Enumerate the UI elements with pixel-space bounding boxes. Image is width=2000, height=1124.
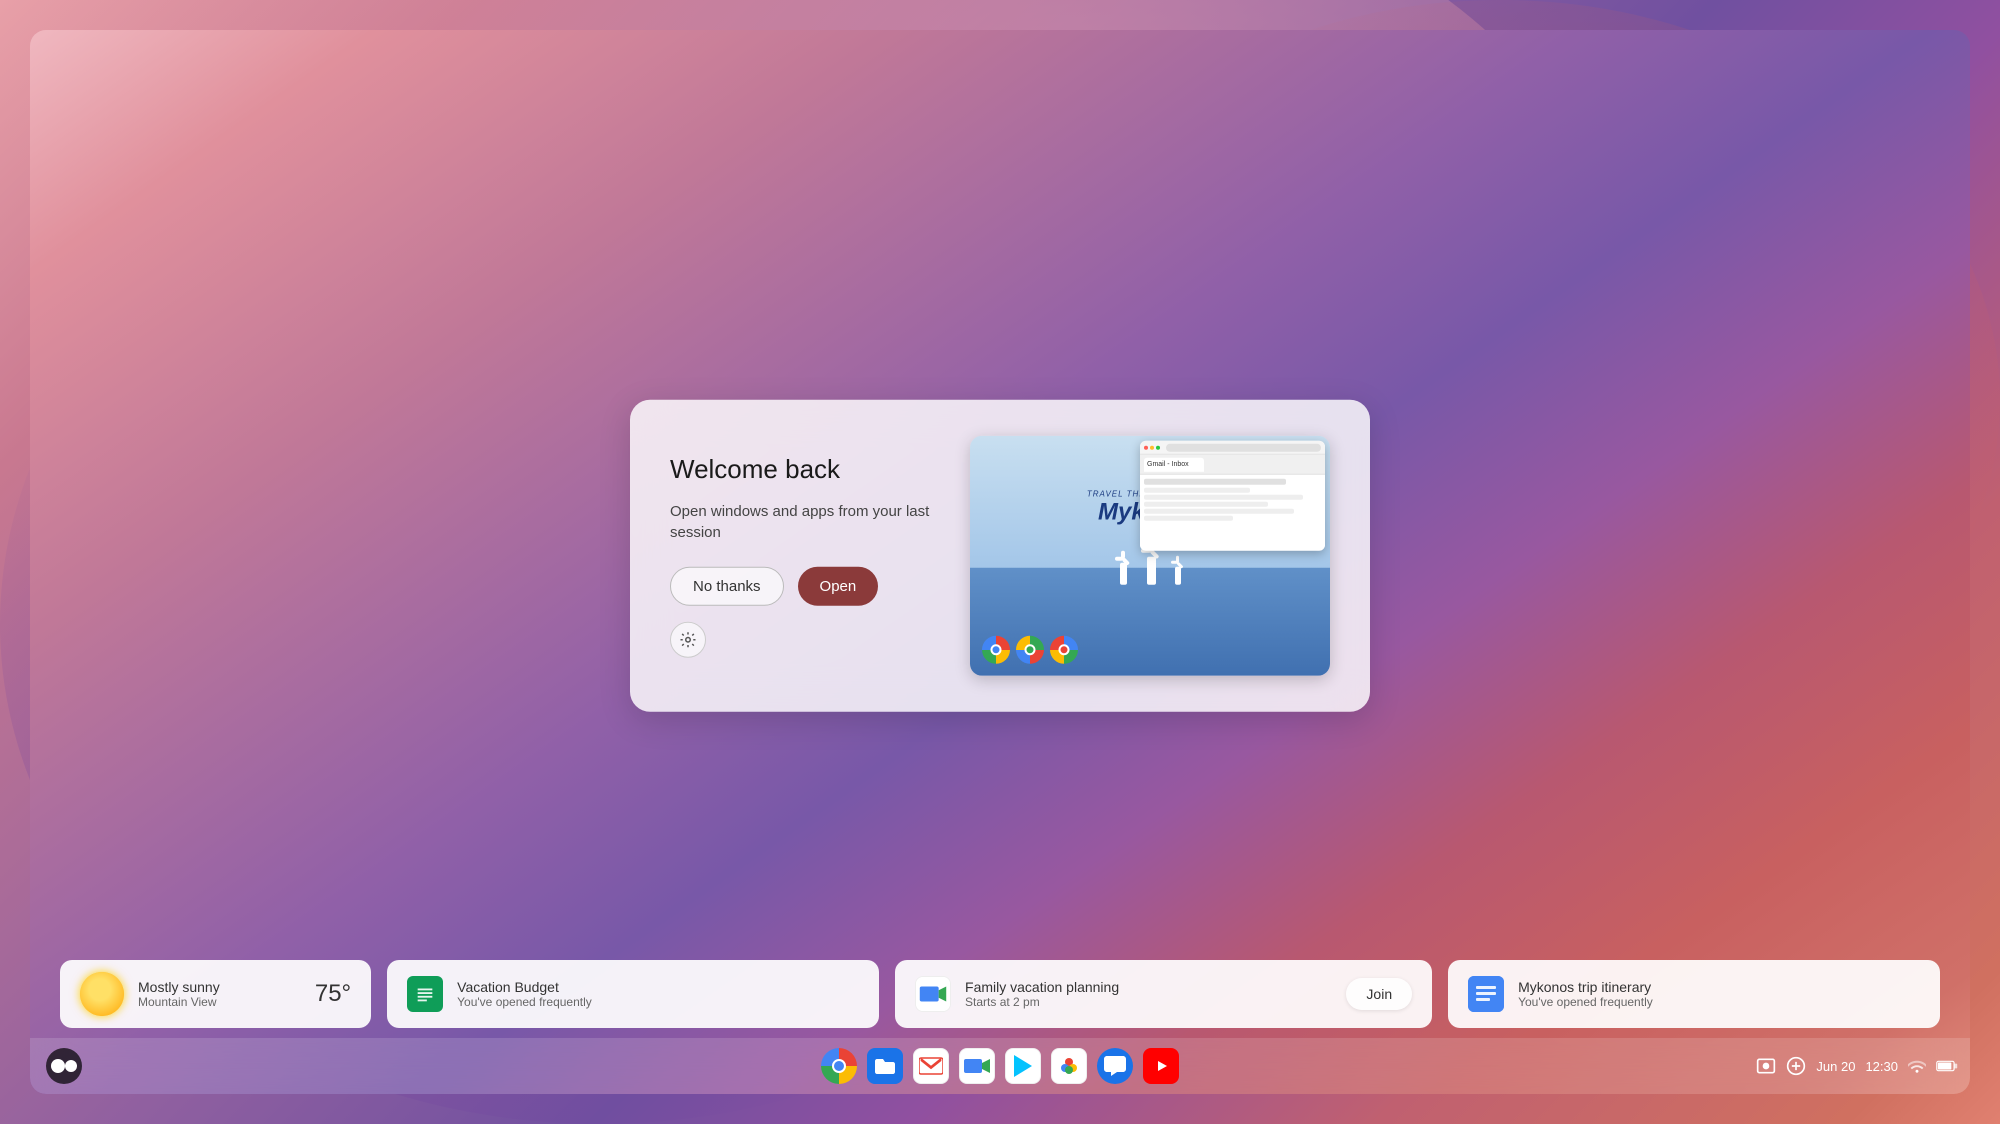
- travel-preview: Travel The World Blog Mykonos Gmail - In…: [970, 436, 1330, 676]
- gmail-app[interactable]: [912, 1047, 950, 1085]
- family-planning-title: Family vacation planning: [965, 979, 1332, 995]
- mini-browser-content: Gmail - Inbox: [1140, 455, 1325, 551]
- dialog-title: Welcome back: [670, 454, 940, 485]
- email-line: [1144, 495, 1303, 500]
- vacation-budget-title: Vacation Budget: [457, 979, 859, 995]
- sheets-icon: [407, 976, 443, 1012]
- browser-tabs: Gmail - Inbox: [1140, 455, 1325, 475]
- browser-tab: Gmail - Inbox: [1144, 457, 1204, 471]
- shelf: Jun 20 12:30: [30, 1038, 1970, 1094]
- family-planning-text: Family vacation planning Starts at 2 pm: [965, 979, 1332, 1009]
- photos-icon: [1051, 1048, 1087, 1084]
- chrome-icon-1: [982, 636, 1010, 664]
- docs-icon: [1468, 976, 1504, 1012]
- browser-close-dot: [1144, 445, 1148, 449]
- wifi-icon: [1908, 1059, 1926, 1073]
- play-store-icon: [1005, 1048, 1041, 1084]
- family-planning-card[interactable]: Family vacation planning Starts at 2 pm …: [895, 960, 1432, 1028]
- email-line: [1144, 509, 1294, 514]
- no-thanks-button[interactable]: No thanks: [670, 567, 784, 606]
- browser-minimize-dot: [1150, 445, 1154, 449]
- meet-icon-card: [915, 976, 951, 1012]
- photos-app[interactable]: [1050, 1047, 1088, 1085]
- mini-browser: Gmail - Inbox: [1140, 441, 1325, 551]
- vacation-budget-card[interactable]: Vacation Budget You've opened frequently: [387, 960, 879, 1028]
- battery-icon: [1936, 1059, 1958, 1073]
- mini-browser-bar: [1140, 441, 1325, 455]
- chat-app[interactable]: [1096, 1047, 1134, 1085]
- launcher-button[interactable]: [46, 1048, 82, 1084]
- preview-chrome-tabs: [982, 636, 1078, 664]
- mykonos-itinerary-text: Mykonos trip itinerary You've opened fre…: [1518, 979, 1920, 1009]
- vacation-budget-subtitle: You've opened frequently: [457, 995, 859, 1009]
- chrome-app[interactable]: [820, 1047, 858, 1085]
- meet-app[interactable]: [958, 1047, 996, 1085]
- dialog-left: Welcome back Open windows and apps from …: [670, 454, 940, 658]
- weather-info: Mostly sunny Mountain View: [138, 979, 301, 1009]
- bottom-bar: Mostly sunny Mountain View 75° Vacation …: [60, 960, 1940, 1028]
- mykonos-itinerary-subtitle: You've opened frequently: [1518, 995, 1920, 1009]
- shelf-apps: [820, 1047, 1180, 1085]
- email-line: [1144, 479, 1286, 485]
- weather-card[interactable]: Mostly sunny Mountain View 75°: [60, 960, 371, 1028]
- family-planning-subtitle: Starts at 2 pm: [965, 995, 1332, 1009]
- mykonos-itinerary-card[interactable]: Mykonos trip itinerary You've opened fre…: [1448, 960, 1940, 1028]
- chat-icon: [1097, 1048, 1133, 1084]
- dialog-description: Open windows and apps from your last ses…: [670, 501, 940, 543]
- youtube-icon: [1143, 1048, 1179, 1084]
- screen: Welcome back Open windows and apps from …: [30, 30, 1970, 1094]
- email-line: [1144, 488, 1250, 493]
- weather-condition: Mostly sunny: [138, 979, 301, 995]
- time-display: 12:30: [1865, 1059, 1898, 1074]
- vacation-budget-text: Vacation Budget You've opened frequently: [457, 979, 859, 1009]
- open-button[interactable]: Open: [798, 567, 879, 606]
- play-store-app[interactable]: [1004, 1047, 1042, 1085]
- screenshot-icon[interactable]: [1756, 1056, 1776, 1076]
- launcher-icon: [51, 1059, 65, 1073]
- chrome-icon-3: [1050, 636, 1078, 664]
- weather-icon: [80, 972, 124, 1016]
- chrome-icon: [821, 1048, 857, 1084]
- join-button[interactable]: Join: [1346, 978, 1412, 1010]
- youtube-app[interactable]: [1142, 1047, 1180, 1085]
- welcome-dialog: Welcome back Open windows and apps from …: [630, 400, 1370, 712]
- browser-email-content: [1140, 475, 1325, 551]
- browser-maximize-dot: [1156, 445, 1160, 449]
- settings-button[interactable]: [670, 622, 706, 658]
- preview-container: Travel The World Blog Mykonos Gmail - In…: [970, 436, 1330, 676]
- gmail-icon: [913, 1048, 949, 1084]
- meet-icon: [959, 1048, 995, 1084]
- browser-url-bar: [1166, 443, 1321, 451]
- email-line: [1144, 502, 1268, 507]
- add-icon[interactable]: [1786, 1056, 1806, 1076]
- chrome-icon-2: [1016, 636, 1044, 664]
- weather-temperature: 75°: [315, 980, 351, 1008]
- system-tray: Jun 20 12:30: [1756, 1056, 1958, 1076]
- dialog-buttons: No thanks Open: [670, 567, 940, 606]
- email-line: [1144, 516, 1233, 521]
- mykonos-itinerary-title: Mykonos trip itinerary: [1518, 979, 1920, 995]
- date-display: Jun 20: [1816, 1059, 1855, 1074]
- files-icon: [867, 1048, 903, 1084]
- files-app[interactable]: [866, 1047, 904, 1085]
- weather-location: Mountain View: [138, 995, 301, 1009]
